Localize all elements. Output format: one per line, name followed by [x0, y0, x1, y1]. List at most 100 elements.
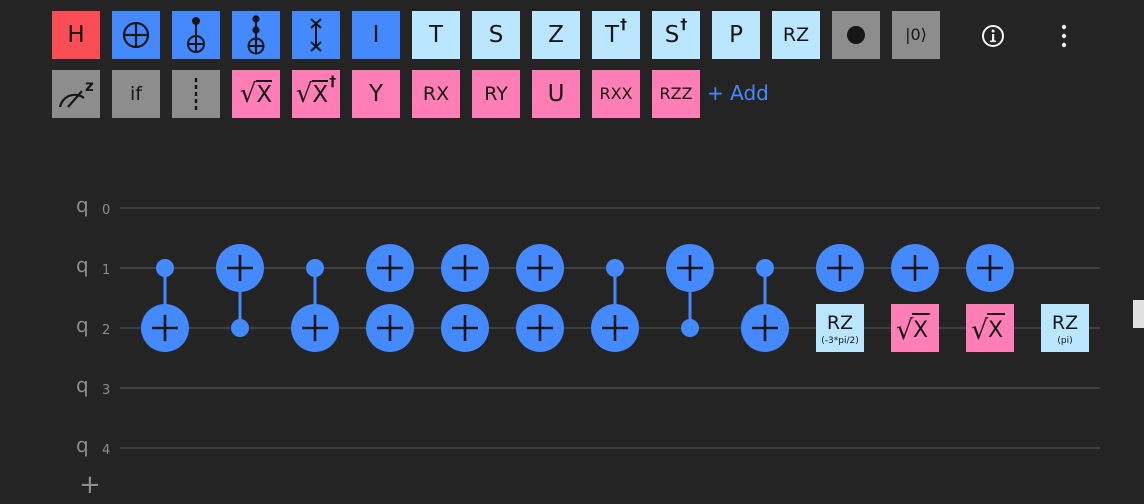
y-gate-label: Y — [368, 80, 384, 107]
cnot-target[interactable] — [816, 244, 864, 292]
toffoli-gate[interactable] — [232, 11, 280, 59]
reset-gate-label: |0⟩ — [905, 25, 927, 44]
qubit-index: 1 — [102, 263, 110, 278]
measure-z-icon: z — [56, 77, 96, 111]
qubit-label: q — [76, 433, 89, 457]
rzz-gate-label: RZZ — [659, 84, 693, 103]
barrier-icon — [192, 76, 200, 112]
gate-box[interactable] — [891, 304, 939, 352]
cnot-target[interactable] — [441, 304, 489, 352]
swap-icon — [306, 16, 326, 54]
more-vertical-icon[interactable] — [1054, 24, 1074, 48]
add-gate-button[interactable]: + Add — [707, 81, 769, 105]
gate-box[interactable] — [1041, 304, 1089, 352]
qubit-index: 2 — [102, 323, 110, 338]
control-target-icon — [184, 15, 208, 55]
u-gate[interactable]: U — [532, 70, 580, 118]
if-gate-label: if — [130, 82, 142, 105]
control-dot[interactable] — [681, 319, 699, 337]
s-gate[interactable]: S — [472, 11, 520, 59]
sqrt-sign: √ — [971, 315, 989, 346]
z-gate-label: Z — [548, 21, 564, 48]
barrier-gate[interactable] — [172, 70, 220, 118]
rxx-gate-label: RXX — [599, 84, 633, 103]
gate-label: X — [913, 318, 928, 343]
svg-text:z: z — [85, 77, 94, 95]
gate-box[interactable] — [966, 304, 1014, 352]
u-gate-label: U — [547, 80, 565, 107]
i-gate[interactable]: I — [352, 11, 400, 59]
z-gate[interactable]: Z — [532, 11, 580, 59]
cnot-target[interactable] — [366, 244, 414, 292]
scrollbar-thumb[interactable] — [1133, 300, 1144, 328]
gate-label: X — [988, 318, 1003, 343]
sqrt-x-gate[interactable]: √X — [232, 70, 280, 118]
if-gate[interactable]: if — [112, 70, 160, 118]
h-gate-label: H — [67, 21, 85, 48]
tdg-gate[interactable]: T† — [592, 11, 640, 59]
cnot-gate[interactable] — [112, 11, 160, 59]
measure-gate[interactable]: z — [52, 70, 100, 118]
cnot-target[interactable] — [141, 304, 189, 352]
qubit-label: q — [76, 193, 89, 217]
t-gate[interactable]: T — [412, 11, 460, 59]
t-gate-label: T — [428, 21, 444, 48]
sqrt-sign: √ — [896, 315, 914, 346]
p-gate[interactable]: P — [712, 11, 760, 59]
sqrt-sign: √ — [239, 79, 257, 109]
cnot-target[interactable] — [366, 304, 414, 352]
add-qubit-button[interactable]: + — [79, 470, 101, 500]
cnot-target[interactable] — [741, 304, 789, 352]
qubit-index: 3 — [102, 383, 110, 398]
cnot-target[interactable] — [516, 304, 564, 352]
gate-label: RZ — [1052, 312, 1078, 334]
gate-param: (pi) — [1057, 336, 1072, 346]
tdg-gate-label: T† — [604, 16, 628, 48]
cnot-target[interactable] — [291, 304, 339, 352]
sqrt-xdg-gate[interactable]: √X† — [292, 70, 340, 118]
qubit-label: q — [76, 373, 89, 397]
y-gate[interactable]: Y — [352, 70, 400, 118]
ry-gate-label: RY — [484, 82, 508, 105]
rzz-gate[interactable]: RZZ — [652, 70, 700, 118]
gate-param: (-3*pi/2) — [821, 336, 858, 346]
rx-gate[interactable]: RX — [412, 70, 460, 118]
qubit-label: q — [76, 253, 89, 277]
reset-gate[interactable]: |0⟩ — [892, 11, 940, 59]
i-gate-label: I — [372, 21, 380, 48]
swap-gate[interactable] — [292, 11, 340, 59]
cnot-target[interactable] — [516, 244, 564, 292]
control-dot[interactable] — [156, 259, 174, 277]
cnot-target[interactable] — [966, 244, 1014, 292]
rz-gate[interactable]: RZ — [772, 11, 820, 59]
gate-box[interactable] — [816, 304, 864, 352]
dagger-mark: † — [680, 16, 688, 33]
qubit-label: q — [76, 313, 89, 337]
control-dot[interactable] — [756, 259, 774, 277]
control-dot[interactable] — [306, 259, 324, 277]
cnot-target-icon — [121, 20, 151, 50]
sqrt-xdg-gate-label: X — [312, 80, 329, 108]
control-dot[interactable] — [231, 319, 249, 337]
cnot-target[interactable] — [891, 244, 939, 292]
ry-gate[interactable]: RY — [472, 70, 520, 118]
control-dot[interactable] — [606, 259, 624, 277]
cnot-target[interactable] — [441, 244, 489, 292]
sdg-gate[interactable]: S† — [652, 11, 700, 59]
rxx-gate[interactable]: RXX — [592, 70, 640, 118]
cnot-target[interactable] — [666, 244, 714, 292]
info-icon[interactable] — [981, 24, 1005, 48]
dagger-mark: † — [620, 16, 628, 33]
rz-gate-label: RZ — [782, 23, 810, 46]
cnot-target[interactable] — [591, 304, 639, 352]
reset-dot-gate[interactable] — [832, 11, 880, 59]
rx-gate-label: RX — [422, 82, 450, 105]
cnot-target[interactable] — [216, 244, 264, 292]
toffoli-icon — [244, 14, 268, 56]
h-gate[interactable]: H — [52, 11, 100, 59]
gate-label: RZ — [827, 312, 853, 334]
sdg-gate-label: S† — [664, 16, 688, 48]
p-gate-label: P — [729, 21, 743, 48]
qubit-index: 4 — [102, 443, 110, 458]
controlled-not-gate[interactable] — [172, 11, 220, 59]
